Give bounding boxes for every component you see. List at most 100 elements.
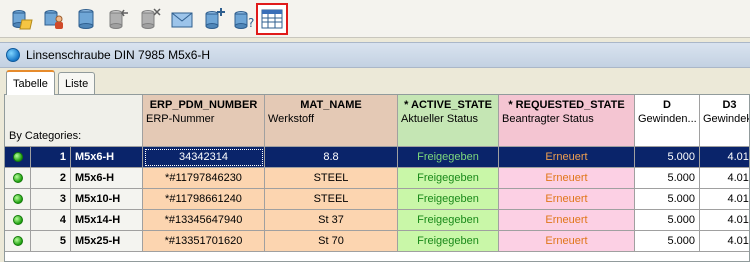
cell-active[interactable]: Freigegeben: [398, 210, 499, 231]
table-row[interactable]: 4 M5x14-H *#13345647940 St 37 Freigegeben Ern…: [5, 210, 749, 231]
status-ok-icon: [12, 194, 23, 204]
cell-erp[interactable]: *#13351701620: [143, 231, 265, 252]
window-title: Linsenschraube DIN 7985 M5x6-H: [26, 48, 211, 62]
cell-d3[interactable]: 4.019: [700, 210, 749, 231]
database-back-button[interactable]: [104, 5, 132, 33]
database-icon: [78, 9, 94, 29]
row-label[interactable]: M5x25-H: [71, 231, 143, 252]
cell-d3[interactable]: 4.019: [700, 147, 749, 168]
row-status-cell[interactable]: [5, 168, 31, 189]
table-row[interactable]: 3 M5x10-H *#11798661240 STEEL Freigegeben Ern…: [5, 189, 749, 210]
category-header: By Categories:: [5, 95, 143, 147]
users-db-icon: [44, 10, 63, 29]
row-number[interactable]: 5: [31, 231, 71, 252]
database-button[interactable]: [72, 5, 100, 33]
database-delete-icon: [141, 8, 161, 29]
row-number[interactable]: 1: [31, 147, 71, 168]
row-number[interactable]: 2: [31, 168, 71, 189]
column-description: ERP-Nummer: [146, 113, 215, 125]
cell-active[interactable]: Freigegeben: [398, 189, 499, 210]
column-description: Aktueller Status: [401, 113, 479, 125]
column-header-d3[interactable]: D3 Gewindek: [700, 95, 750, 147]
column-name: MAT_NAME: [300, 99, 362, 111]
database-help-icon: ?: [234, 11, 254, 30]
tab-liste[interactable]: Liste: [58, 72, 96, 94]
cell-active[interactable]: Freigegeben: [398, 168, 499, 189]
cell-mat[interactable]: St 37: [265, 210, 398, 231]
open-folder-db-icon: [12, 10, 33, 30]
tab-bar: Tabelle Liste: [0, 68, 750, 95]
table-row[interactable]: 2 M5x6-H *#11797846230 STEEL Freigegeben Erne…: [5, 168, 749, 189]
cell-erp[interactable]: *#13345647940: [143, 210, 265, 231]
category-label: By Categories:: [9, 130, 82, 142]
column-description: Gewindek: [703, 113, 750, 125]
column-header-d[interactable]: D Gewinden...: [635, 95, 700, 147]
open-folder-db-button[interactable]: [8, 5, 36, 33]
row-status-cell[interactable]: [5, 210, 31, 231]
cell-d3[interactable]: 4.019: [700, 231, 749, 252]
cell-mat[interactable]: STEEL: [265, 189, 398, 210]
tab-tabelle[interactable]: Tabelle: [6, 70, 55, 95]
row-number[interactable]: 3: [31, 189, 71, 210]
database-add-icon: [205, 8, 225, 29]
column-header-active-state[interactable]: * ACTIVE_STATE Aktueller Status: [398, 95, 499, 147]
row-status-cell[interactable]: [5, 231, 31, 252]
database-back-icon: [109, 9, 128, 29]
row-label[interactable]: M5x10-H: [71, 189, 143, 210]
row-status-cell[interactable]: [5, 189, 31, 210]
table-row[interactable]: 5 M5x25-H *#13351701620 St 70 Freigegeben Ern…: [5, 231, 749, 252]
cell-erp[interactable]: *#11797846230: [143, 168, 265, 189]
cell-d3[interactable]: 4.019: [700, 168, 749, 189]
data-grid: By Categories: ERP_PDM_NUMBER ERP-Nummer M…: [4, 94, 750, 262]
database-help-button[interactable]: ?: [230, 5, 258, 33]
cell-d[interactable]: 5.000: [635, 231, 700, 252]
database-delete-button[interactable]: [136, 5, 164, 33]
cell-requested[interactable]: Erneuert: [499, 210, 635, 231]
row-label[interactable]: M5x6-H: [71, 147, 143, 168]
cell-erp[interactable]: *#11798661240: [143, 189, 265, 210]
row-status-cell[interactable]: [5, 147, 31, 168]
users-db-button[interactable]: [40, 5, 68, 33]
status-ok-icon: [12, 215, 23, 225]
cell-requested[interactable]: Erneuert: [499, 168, 635, 189]
window-titlebar: Linsenschraube DIN 7985 M5x6-H: [0, 42, 750, 68]
cell-d[interactable]: 5.000: [635, 210, 700, 231]
database-mail-icon: [171, 12, 193, 28]
column-description: Beantragter Status: [502, 113, 594, 125]
cell-erp[interactable]: 34342314: [143, 147, 265, 168]
row-label[interactable]: M5x14-H: [71, 210, 143, 231]
table-view-icon: [261, 9, 283, 29]
column-name: D3: [722, 99, 737, 111]
column-header-erp-pdm-number[interactable]: ERP_PDM_NUMBER ERP-Nummer: [143, 95, 265, 147]
toolbar: ?: [0, 0, 750, 38]
table-view-button[interactable]: [256, 3, 288, 35]
cell-d3[interactable]: 4.019: [700, 189, 749, 210]
column-description: Werkstoff: [268, 113, 315, 125]
cell-mat[interactable]: St 70: [265, 231, 398, 252]
column-header-requested-state[interactable]: * REQUESTED_STATE Beantragter Status: [499, 95, 635, 147]
row-label[interactable]: M5x6-H: [71, 168, 143, 189]
column-name: D: [663, 99, 671, 111]
column-name: * REQUESTED_STATE: [508, 99, 625, 111]
database-mail-button[interactable]: [168, 5, 196, 33]
table-row[interactable]: 1 M5x6-H 34342314 8.8 Freigegeben Erneuert 5.0…: [5, 147, 749, 168]
column-name: ERP_PDM_NUMBER: [149, 99, 258, 111]
cell-active[interactable]: Freigegeben: [398, 231, 499, 252]
column-description: Gewinden...: [638, 113, 697, 125]
cell-requested[interactable]: Erneuert: [499, 147, 635, 168]
row-number[interactable]: 4: [31, 210, 71, 231]
cell-mat[interactable]: STEEL: [265, 168, 398, 189]
globe-icon: [6, 48, 20, 62]
status-ok-icon: [12, 152, 23, 162]
svg-text:?: ?: [248, 16, 254, 30]
cell-requested[interactable]: Erneuert: [499, 231, 635, 252]
cell-d[interactable]: 5.000: [635, 147, 700, 168]
cell-requested[interactable]: Erneuert: [499, 189, 635, 210]
cell-active[interactable]: Freigegeben: [398, 147, 499, 168]
cell-d[interactable]: 5.000: [635, 168, 700, 189]
column-header-mat-name[interactable]: MAT_NAME Werkstoff: [265, 95, 398, 147]
cell-mat[interactable]: 8.8: [265, 147, 398, 168]
status-ok-icon: [12, 236, 23, 246]
database-add-button[interactable]: [200, 5, 228, 33]
cell-d[interactable]: 5.000: [635, 189, 700, 210]
